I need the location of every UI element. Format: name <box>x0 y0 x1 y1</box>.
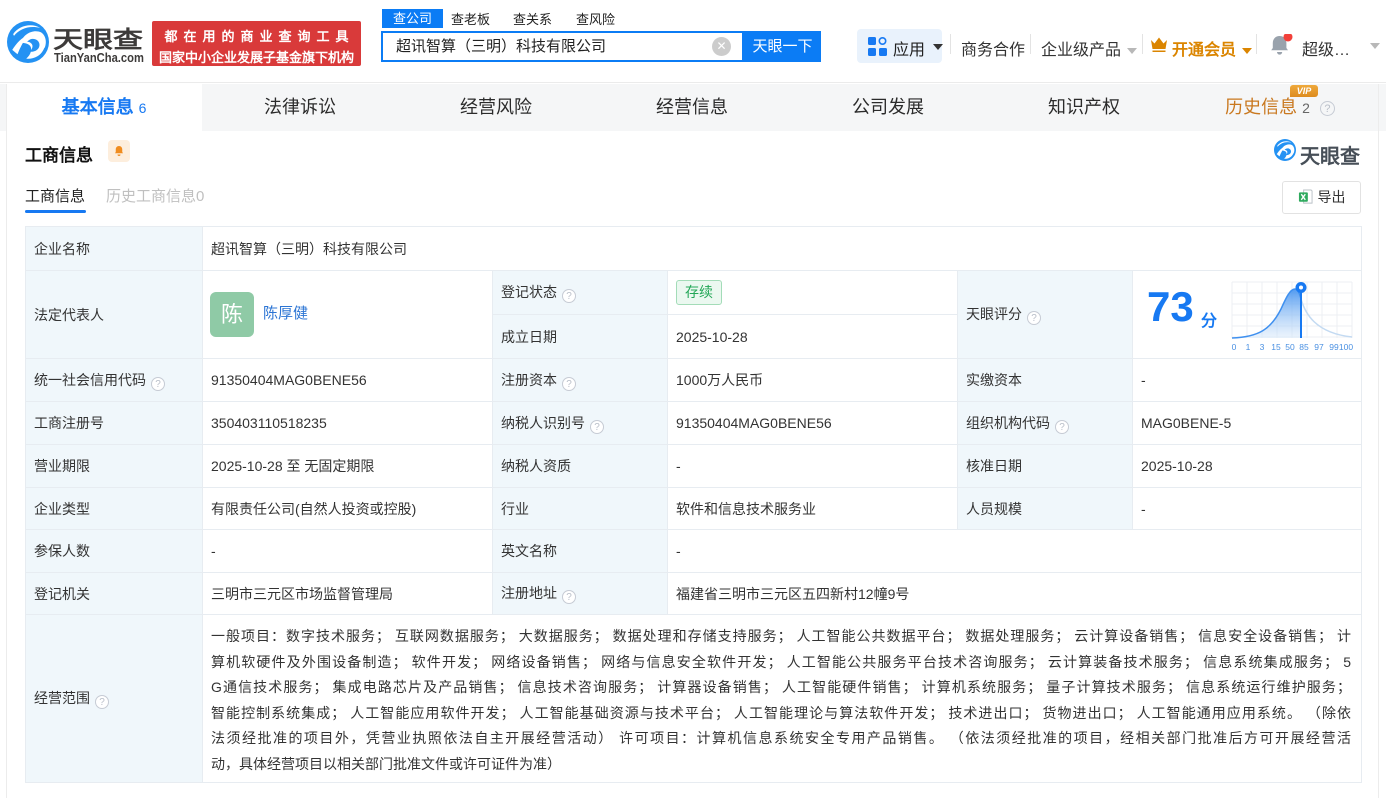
svg-text:85: 85 <box>1299 342 1309 352</box>
svg-text:3: 3 <box>1260 342 1265 352</box>
svg-text:0: 0 <box>1232 342 1237 352</box>
svg-text:100: 100 <box>1339 342 1353 352</box>
svg-text:97: 97 <box>1314 342 1324 352</box>
svg-text:50: 50 <box>1285 342 1295 352</box>
svg-text:1: 1 <box>1246 342 1251 352</box>
svg-text:99: 99 <box>1329 342 1339 352</box>
svg-text:15: 15 <box>1271 342 1281 352</box>
